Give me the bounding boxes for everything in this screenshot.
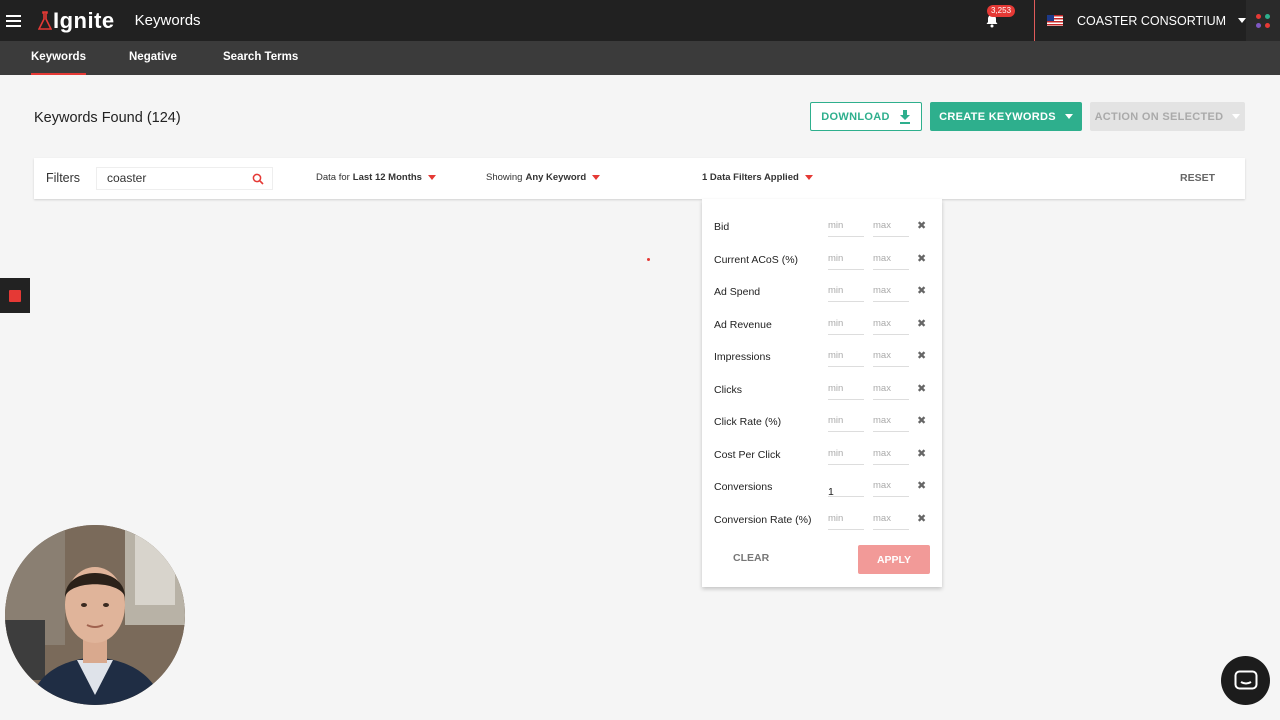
apply-filters-button[interactable]: APPLY — [858, 545, 930, 574]
close-icon[interactable]: ✖ — [917, 284, 926, 297]
chevron-down-icon — [592, 175, 601, 180]
search-value: coaster — [107, 171, 147, 185]
keyword-type-selector[interactable]: Showing Any Keyword — [486, 172, 601, 183]
action-on-selected-label: ACTION ON SELECTED — [1094, 110, 1224, 123]
us-flag-icon — [1047, 15, 1063, 26]
chevron-down-icon — [1064, 114, 1073, 119]
tab-keywords[interactable]: Keywords — [31, 41, 86, 75]
keyword-type-prefix: Showing — [486, 172, 523, 183]
filter-row-bid: Bid min max ✖ — [702, 199, 942, 237]
page-title: Keywords Found (124) — [34, 110, 181, 126]
chat-button[interactable] — [1221, 656, 1270, 705]
chevron-down-icon — [1238, 18, 1247, 23]
chevron-down-icon — [1232, 114, 1241, 119]
page-heading: Keywords — [134, 12, 201, 29]
logo-text: Ignite — [53, 7, 115, 33]
close-icon[interactable]: ✖ — [917, 219, 926, 232]
chat-icon — [1234, 670, 1257, 689]
account-selector[interactable]: COASTER CONSORTIUM — [1047, 0, 1247, 41]
filter-row-ad-revenue: Ad Revenue min max ✖ — [702, 297, 942, 335]
filter-row-click-rate: Click Rate (%) min max ✖ — [702, 394, 942, 432]
date-range-prefix: Data for — [316, 172, 350, 183]
notifications-button[interactable]: 3,253 — [982, 5, 1016, 30]
record-tab[interactable] — [0, 278, 30, 313]
filter-bar: Filters coaster Data for Last 12 Months … — [34, 158, 1245, 199]
app-logo[interactable]: Ignite — [38, 0, 115, 41]
filters-label: Filters — [46, 171, 81, 185]
close-icon[interactable]: ✖ — [917, 512, 926, 525]
close-icon[interactable]: ✖ — [917, 252, 926, 265]
apply-label: APPLY — [876, 553, 912, 566]
stop-icon — [9, 289, 21, 302]
webcam-overlay — [5, 525, 185, 705]
filter-row-conversions: Conversions 1 max ✖ — [702, 459, 942, 498]
topbar-divider — [1034, 0, 1035, 41]
keyword-type-value: Any Keyword — [525, 172, 587, 183]
notification-badge: 3,253 — [987, 5, 1016, 17]
date-range-selector[interactable]: Data for Last 12 Months — [316, 172, 436, 183]
filter-row-impressions: Impressions min max ✖ — [702, 329, 942, 367]
close-icon[interactable]: ✖ — [917, 479, 926, 492]
download-button[interactable]: DOWNLOAD — [810, 102, 922, 131]
filter-row-cost-per-click: Cost Per Click min max ✖ — [702, 427, 942, 465]
apps-grid-icon[interactable] — [1246, 0, 1280, 41]
filter-row-conversion-rate: Conversion Rate (%) min max ✖ — [702, 492, 942, 530]
date-range-value: Last 12 Months — [352, 172, 422, 183]
clear-filters-button[interactable]: CLEAR — [733, 552, 769, 564]
create-keywords-button[interactable]: CREATE KEYWORDS — [930, 102, 1082, 131]
download-label: DOWNLOAD — [821, 110, 890, 123]
presenter-video — [5, 525, 185, 705]
close-icon[interactable]: ✖ — [917, 349, 926, 362]
action-on-selected-button[interactable]: ACTION ON SELECTED — [1090, 102, 1245, 131]
data-filters-panel: Bid min max ✖ Current ACoS (%) min max ✖… — [702, 199, 942, 587]
max-input[interactable]: max — [873, 508, 909, 530]
filter-row-ad-spend: Ad Spend min max ✖ — [702, 264, 942, 302]
data-filters-toggle[interactable]: 1 Data Filters Applied — [702, 172, 813, 183]
flask-icon — [38, 10, 52, 30]
reset-button[interactable]: RESET — [1180, 172, 1215, 184]
min-input[interactable]: min — [828, 508, 864, 530]
close-icon[interactable]: ✖ — [917, 382, 926, 395]
download-icon — [899, 109, 910, 124]
account-name: COASTER CONSORTIUM — [1077, 13, 1227, 28]
close-icon[interactable]: ✖ — [917, 414, 926, 427]
filter-row-clicks: Clicks min max ✖ — [702, 362, 942, 400]
tab-negative[interactable]: Negative — [129, 41, 177, 75]
create-keywords-label: CREATE KEYWORDS — [939, 110, 1056, 123]
keyword-search-input[interactable]: coaster — [96, 167, 273, 190]
tab-search-terms[interactable]: Search Terms — [223, 41, 298, 75]
data-filters-applied: 1 Data Filters Applied — [702, 172, 799, 183]
filter-label: Conversion Rate (%) — [714, 513, 812, 526]
chevron-down-icon — [804, 175, 813, 180]
search-icon[interactable] — [252, 173, 264, 185]
filter-row-acos: Current ACoS (%) min max ✖ — [702, 232, 942, 270]
close-icon[interactable]: ✖ — [917, 447, 926, 460]
loading-dot — [647, 258, 650, 261]
sub-navigation: Keywords Negative Search Terms — [0, 41, 1280, 75]
chevron-down-icon — [427, 175, 436, 180]
hamburger-icon[interactable] — [0, 0, 26, 41]
close-icon[interactable]: ✖ — [917, 317, 926, 330]
